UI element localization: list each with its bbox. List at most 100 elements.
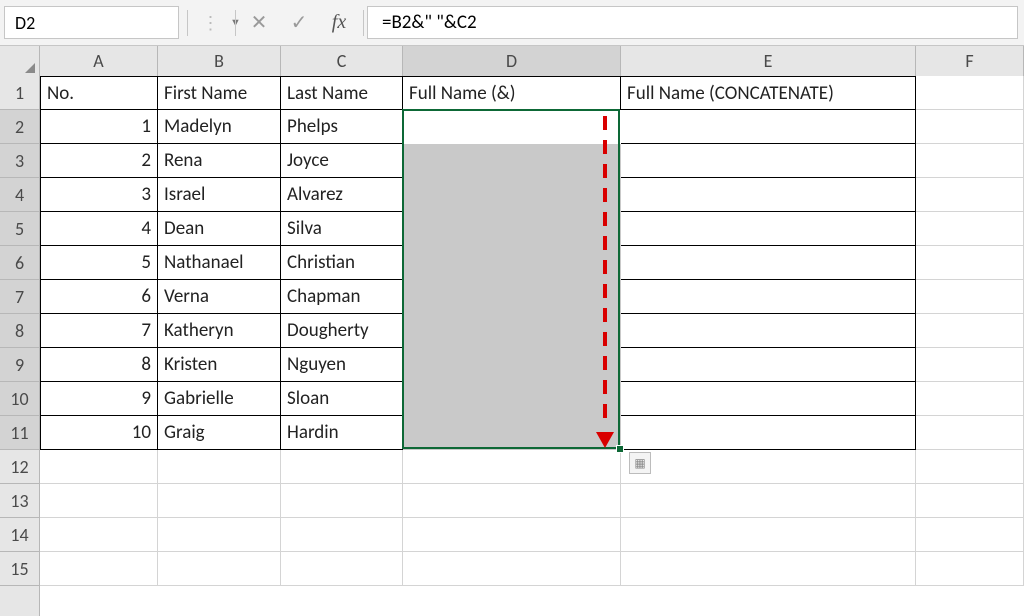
- cell-A6[interactable]: 5: [40, 246, 158, 280]
- cell-A14[interactable]: [40, 518, 158, 552]
- cell-D14[interactable]: [403, 518, 621, 552]
- cell-A4[interactable]: 3: [40, 178, 158, 212]
- cell-F15[interactable]: [916, 552, 1024, 586]
- cell-E10[interactable]: [621, 382, 916, 416]
- cell-A1[interactable]: No.: [40, 76, 158, 110]
- cell-F4[interactable]: [916, 178, 1024, 212]
- cell-B2[interactable]: Madelyn: [158, 110, 281, 144]
- cell-E5[interactable]: [621, 212, 916, 246]
- accept-formula-icon[interactable]: ✓: [279, 0, 319, 45]
- cells-area[interactable]: No.First NameLast NameFull Name (&)Full …: [40, 76, 1024, 616]
- col-header-B[interactable]: B: [158, 46, 281, 76]
- cell-A3[interactable]: 2: [40, 144, 158, 178]
- cell-F13[interactable]: [916, 484, 1024, 518]
- cell-E13[interactable]: [621, 484, 916, 518]
- cancel-formula-icon[interactable]: ✕: [239, 0, 279, 45]
- row-header-10[interactable]: 10: [0, 382, 39, 416]
- col-header-F[interactable]: F: [916, 46, 1024, 76]
- cell-D15[interactable]: [403, 552, 621, 586]
- cell-A2[interactable]: 1: [40, 110, 158, 144]
- cell-F14[interactable]: [916, 518, 1024, 552]
- cell-E7[interactable]: [621, 280, 916, 314]
- cell-F9[interactable]: [916, 348, 1024, 382]
- cell-A7[interactable]: 6: [40, 280, 158, 314]
- cell-F5[interactable]: [916, 212, 1024, 246]
- cell-D9[interactable]: Kristen Nguyen: [403, 348, 621, 382]
- cell-F6[interactable]: [916, 246, 1024, 280]
- cell-F11[interactable]: [916, 416, 1024, 450]
- cell-A9[interactable]: 8: [40, 348, 158, 382]
- cell-B10[interactable]: Gabrielle: [158, 382, 281, 416]
- cell-B12[interactable]: [158, 450, 281, 484]
- select-all-corner[interactable]: [0, 46, 40, 76]
- cell-B1[interactable]: First Name: [158, 76, 281, 110]
- row-header-12[interactable]: 12: [0, 450, 39, 484]
- cell-C9[interactable]: Nguyen: [281, 348, 403, 382]
- cell-B13[interactable]: [158, 484, 281, 518]
- cell-E3[interactable]: [621, 144, 916, 178]
- cell-B11[interactable]: Graig: [158, 416, 281, 450]
- col-header-D[interactable]: D: [403, 46, 621, 76]
- cell-E6[interactable]: [621, 246, 916, 280]
- cell-B6[interactable]: Nathanael: [158, 246, 281, 280]
- cell-A11[interactable]: 10: [40, 416, 158, 450]
- cell-B4[interactable]: Israel: [158, 178, 281, 212]
- cell-C13[interactable]: [281, 484, 403, 518]
- row-header-14[interactable]: 14: [0, 518, 39, 552]
- cell-C8[interactable]: Dougherty: [281, 314, 403, 348]
- cell-C15[interactable]: [281, 552, 403, 586]
- row-header-13[interactable]: 13: [0, 484, 39, 518]
- row-header-7[interactable]: 7: [0, 280, 39, 314]
- cell-C4[interactable]: Alvarez: [281, 178, 403, 212]
- row-header-6[interactable]: 6: [0, 246, 39, 280]
- cell-B3[interactable]: Rena: [158, 144, 281, 178]
- cell-F10[interactable]: [916, 382, 1024, 416]
- cell-D8[interactable]: Katheryn Dougherty: [403, 314, 621, 348]
- formula-input[interactable]: [368, 9, 1017, 36]
- row-header-3[interactable]: 3: [0, 144, 39, 178]
- cell-D2[interactable]: Madelyn Phelps: [403, 110, 621, 144]
- cell-F7[interactable]: [916, 280, 1024, 314]
- cell-F8[interactable]: [916, 314, 1024, 348]
- col-header-C[interactable]: C: [281, 46, 403, 76]
- cell-F12[interactable]: [916, 450, 1024, 484]
- cell-C5[interactable]: Silva: [281, 212, 403, 246]
- cell-B8[interactable]: Katheryn: [158, 314, 281, 348]
- cell-A13[interactable]: [40, 484, 158, 518]
- row-header-5[interactable]: 5: [0, 212, 39, 246]
- cell-C14[interactable]: [281, 518, 403, 552]
- cell-D10[interactable]: Gabrielle Sloan: [403, 382, 621, 416]
- cell-D6[interactable]: Nathanael Christian: [403, 246, 621, 280]
- cell-B14[interactable]: [158, 518, 281, 552]
- cell-B15[interactable]: [158, 552, 281, 586]
- cell-D7[interactable]: Verna Chapman: [403, 280, 621, 314]
- row-header-15[interactable]: 15: [0, 552, 39, 586]
- cell-A15[interactable]: [40, 552, 158, 586]
- cell-E8[interactable]: [621, 314, 916, 348]
- cell-F1[interactable]: [916, 76, 1024, 110]
- row-header-4[interactable]: 4: [0, 178, 39, 212]
- cell-D12[interactable]: [403, 450, 621, 484]
- cell-C6[interactable]: Christian: [281, 246, 403, 280]
- cell-B7[interactable]: Verna: [158, 280, 281, 314]
- cell-D13[interactable]: [403, 484, 621, 518]
- cell-B9[interactable]: Kristen: [158, 348, 281, 382]
- cell-C10[interactable]: Sloan: [281, 382, 403, 416]
- cell-E1[interactable]: Full Name (CONCATENATE): [621, 76, 916, 110]
- cell-E4[interactable]: [621, 178, 916, 212]
- cell-D1[interactable]: Full Name (&): [403, 76, 621, 110]
- cell-E14[interactable]: [621, 518, 916, 552]
- row-header-9[interactable]: 9: [0, 348, 39, 382]
- row-header-8[interactable]: 8: [0, 314, 39, 348]
- cell-A12[interactable]: [40, 450, 158, 484]
- col-header-E[interactable]: E: [621, 46, 916, 76]
- cell-F3[interactable]: [916, 144, 1024, 178]
- insert-function-button[interactable]: fx: [319, 0, 359, 45]
- cell-E9[interactable]: [621, 348, 916, 382]
- row-header-1[interactable]: 1: [0, 76, 39, 110]
- cell-C11[interactable]: Hardin: [281, 416, 403, 450]
- name-box[interactable]: ▼: [4, 6, 179, 39]
- cell-C3[interactable]: Joyce: [281, 144, 403, 178]
- cell-B5[interactable]: Dean: [158, 212, 281, 246]
- cell-D11[interactable]: Graig Hardin: [403, 416, 621, 450]
